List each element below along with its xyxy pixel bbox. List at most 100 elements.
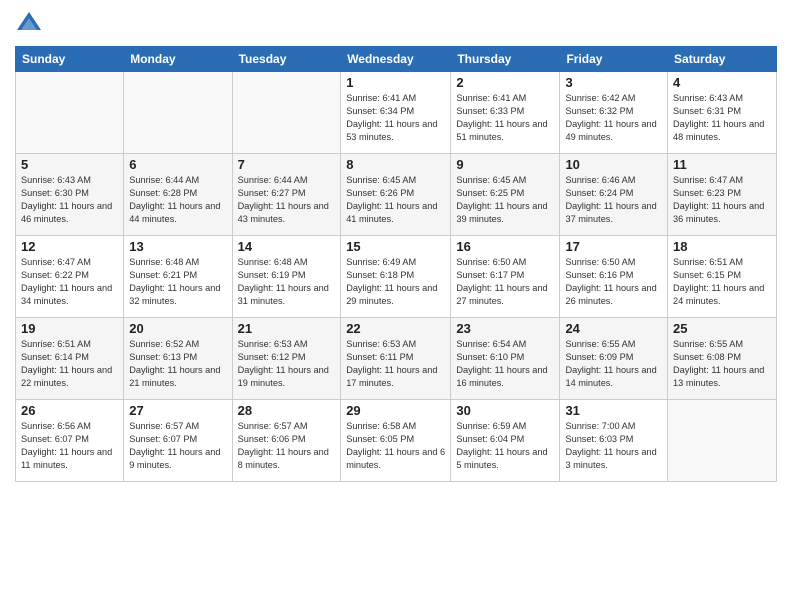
day-info: Sunrise: 6:43 AM Sunset: 6:30 PM Dayligh… (21, 174, 118, 226)
day-number: 1 (346, 75, 445, 90)
day-number: 23 (456, 321, 554, 336)
day-number: 29 (346, 403, 445, 418)
calendar-cell: 24 Sunrise: 6:55 AM Sunset: 6:09 PM Dayli… (560, 318, 668, 400)
day-number: 19 (21, 321, 118, 336)
calendar-cell: 6 Sunrise: 6:44 AM Sunset: 6:28 PM Daylig… (124, 154, 232, 236)
weekday-header: Thursday (451, 47, 560, 72)
day-number: 7 (238, 157, 336, 172)
day-info: Sunrise: 6:57 AM Sunset: 6:06 PM Dayligh… (238, 420, 336, 472)
day-number: 3 (565, 75, 662, 90)
weekday-header: Saturday (668, 47, 777, 72)
day-info: Sunrise: 6:51 AM Sunset: 6:14 PM Dayligh… (21, 338, 118, 390)
day-number: 5 (21, 157, 118, 172)
page: SundayMondayTuesdayWednesdayThursdayFrid… (0, 0, 792, 612)
calendar-cell (668, 400, 777, 482)
calendar-cell: 9Sunrise: 6:45 AM Sunset: 6:25 PM Daylig… (451, 154, 560, 236)
calendar-cell: 31Sunrise: 7:00 AM Sunset: 6:03 PM Dayli… (560, 400, 668, 482)
day-info: Sunrise: 6:51 AM Sunset: 6:15 PM Dayligh… (673, 256, 771, 308)
day-info: Sunrise: 6:55 AM Sunset: 6:08 PM Dayligh… (673, 338, 771, 390)
calendar-cell: 23 Sunrise: 6:54 AM Sunset: 6:10 PM Dayli… (451, 318, 560, 400)
calendar-cell: 13 Sunrise: 6:48 AM Sunset: 6:21 PM Dayli… (124, 236, 232, 318)
day-number: 10 (565, 157, 662, 172)
calendar-cell: 25 Sunrise: 6:55 AM Sunset: 6:08 PM Dayli… (668, 318, 777, 400)
day-info: Sunrise: 6:50 AM Sunset: 6:16 PM Dayligh… (565, 256, 662, 308)
calendar-cell: 20 Sunrise: 6:52 AM Sunset: 6:13 PM Dayli… (124, 318, 232, 400)
day-info: Sunrise: 6:54 AM Sunset: 6:10 PM Dayligh… (456, 338, 554, 390)
day-number: 21 (238, 321, 336, 336)
calendar-cell: 2 Sunrise: 6:41 AM Sunset: 6:33 PM Daylig… (451, 72, 560, 154)
calendar-cell: 16 Sunrise: 6:50 AM Sunset: 6:17 PM Dayli… (451, 236, 560, 318)
day-number: 11 (673, 157, 771, 172)
day-number: 24 (565, 321, 662, 336)
calendar-cell: 7 Sunrise: 6:44 AM Sunset: 6:27 PM Daylig… (232, 154, 341, 236)
day-number: 30 (456, 403, 554, 418)
day-info: Sunrise: 6:48 AM Sunset: 6:21 PM Dayligh… (129, 256, 226, 308)
calendar-cell: 18 Sunrise: 6:51 AM Sunset: 6:15 PM Dayli… (668, 236, 777, 318)
calendar-cell: 1 Sunrise: 6:41 AM Sunset: 6:34 PM Daylig… (341, 72, 451, 154)
day-info: Sunrise: 6:44 AM Sunset: 6:28 PM Dayligh… (129, 174, 226, 226)
calendar-cell: 10 Sunrise: 6:46 AM Sunset: 6:24 PM Dayli… (560, 154, 668, 236)
day-info: Sunrise: 6:59 AM Sunset: 6:04 PM Dayligh… (456, 420, 554, 472)
day-number: 8 (346, 157, 445, 172)
weekday-header: Sunday (16, 47, 124, 72)
day-number: 25 (673, 321, 771, 336)
day-info: Sunrise: 6:53 AM Sunset: 6:11 PM Dayligh… (346, 338, 445, 390)
calendar-cell: 12 Sunrise: 6:47 AM Sunset: 6:22 PM Dayli… (16, 236, 124, 318)
calendar-cell: 17 Sunrise: 6:50 AM Sunset: 6:16 PM Dayli… (560, 236, 668, 318)
calendar-cell (16, 72, 124, 154)
weekday-header: Tuesday (232, 47, 341, 72)
day-info: Sunrise: 6:41 AM Sunset: 6:34 PM Dayligh… (346, 92, 445, 144)
calendar-cell: 8 Sunrise: 6:45 AM Sunset: 6:26 PM Daylig… (341, 154, 451, 236)
calendar-cell: 19 Sunrise: 6:51 AM Sunset: 6:14 PM Dayli… (16, 318, 124, 400)
day-info: Sunrise: 6:44 AM Sunset: 6:27 PM Dayligh… (238, 174, 336, 226)
day-info: Sunrise: 6:58 AM Sunset: 6:05 PM Dayligh… (346, 420, 445, 472)
day-info: Sunrise: 6:52 AM Sunset: 6:13 PM Dayligh… (129, 338, 226, 390)
calendar-cell: 4 Sunrise: 6:43 AM Sunset: 6:31 PM Daylig… (668, 72, 777, 154)
day-number: 13 (129, 239, 226, 254)
calendar-cell: 22 Sunrise: 6:53 AM Sunset: 6:11 PM Dayli… (341, 318, 451, 400)
calendar-cell: 5 Sunrise: 6:43 AM Sunset: 6:30 PM Daylig… (16, 154, 124, 236)
day-info: Sunrise: 6:43 AM Sunset: 6:31 PM Dayligh… (673, 92, 771, 144)
day-info: Sunrise: 6:56 AM Sunset: 6:07 PM Dayligh… (21, 420, 118, 472)
day-number: 15 (346, 239, 445, 254)
day-info: Sunrise: 6:55 AM Sunset: 6:09 PM Dayligh… (565, 338, 662, 390)
calendar: SundayMondayTuesdayWednesdayThursdayFrid… (15, 46, 777, 482)
calendar-cell: 11 Sunrise: 6:47 AM Sunset: 6:23 PM Dayli… (668, 154, 777, 236)
calendar-cell: 15 Sunrise: 6:49 AM Sunset: 6:18 PM Dayli… (341, 236, 451, 318)
weekday-header: Monday (124, 47, 232, 72)
calendar-cell: 30 Sunrise: 6:59 AM Sunset: 6:04 PM Dayli… (451, 400, 560, 482)
weekday-header: Friday (560, 47, 668, 72)
day-info: Sunrise: 6:41 AM Sunset: 6:33 PM Dayligh… (456, 92, 554, 144)
day-number: 27 (129, 403, 226, 418)
header (15, 10, 777, 38)
calendar-cell: 29 Sunrise: 6:58 AM Sunset: 6:05 PM Dayli… (341, 400, 451, 482)
day-number: 16 (456, 239, 554, 254)
calendar-cell: 26 Sunrise: 6:56 AM Sunset: 6:07 PM Dayli… (16, 400, 124, 482)
day-number: 4 (673, 75, 771, 90)
day-info: Sunrise: 6:45 AM Sunset: 6:26 PM Dayligh… (346, 174, 445, 226)
calendar-cell: 27 Sunrise: 6:57 AM Sunset: 6:07 PM Dayli… (124, 400, 232, 482)
day-number: 26 (21, 403, 118, 418)
day-info: Sunrise: 6:47 AM Sunset: 6:22 PM Dayligh… (21, 256, 118, 308)
day-info: Sunrise: 6:48 AM Sunset: 6:19 PM Dayligh… (238, 256, 336, 308)
logo (15, 10, 47, 38)
day-info: Sunrise: 6:49 AM Sunset: 6:18 PM Dayligh… (346, 256, 445, 308)
day-number: 20 (129, 321, 226, 336)
day-info: Sunrise: 6:57 AM Sunset: 6:07 PM Dayligh… (129, 420, 226, 472)
day-number: 14 (238, 239, 336, 254)
day-info: Sunrise: 6:42 AM Sunset: 6:32 PM Dayligh… (565, 92, 662, 144)
day-info: Sunrise: 6:50 AM Sunset: 6:17 PM Dayligh… (456, 256, 554, 308)
day-number: 6 (129, 157, 226, 172)
day-number: 2 (456, 75, 554, 90)
day-number: 17 (565, 239, 662, 254)
day-number: 18 (673, 239, 771, 254)
day-info: Sunrise: 6:53 AM Sunset: 6:12 PM Dayligh… (238, 338, 336, 390)
day-info: Sunrise: 6:47 AM Sunset: 6:23 PM Dayligh… (673, 174, 771, 226)
day-number: 12 (21, 239, 118, 254)
calendar-cell: 21 Sunrise: 6:53 AM Sunset: 6:12 PM Dayli… (232, 318, 341, 400)
day-number: 22 (346, 321, 445, 336)
day-info: Sunrise: 6:46 AM Sunset: 6:24 PM Dayligh… (565, 174, 662, 226)
calendar-cell (232, 72, 341, 154)
day-number: 31 (565, 403, 662, 418)
logo-icon (15, 10, 43, 38)
